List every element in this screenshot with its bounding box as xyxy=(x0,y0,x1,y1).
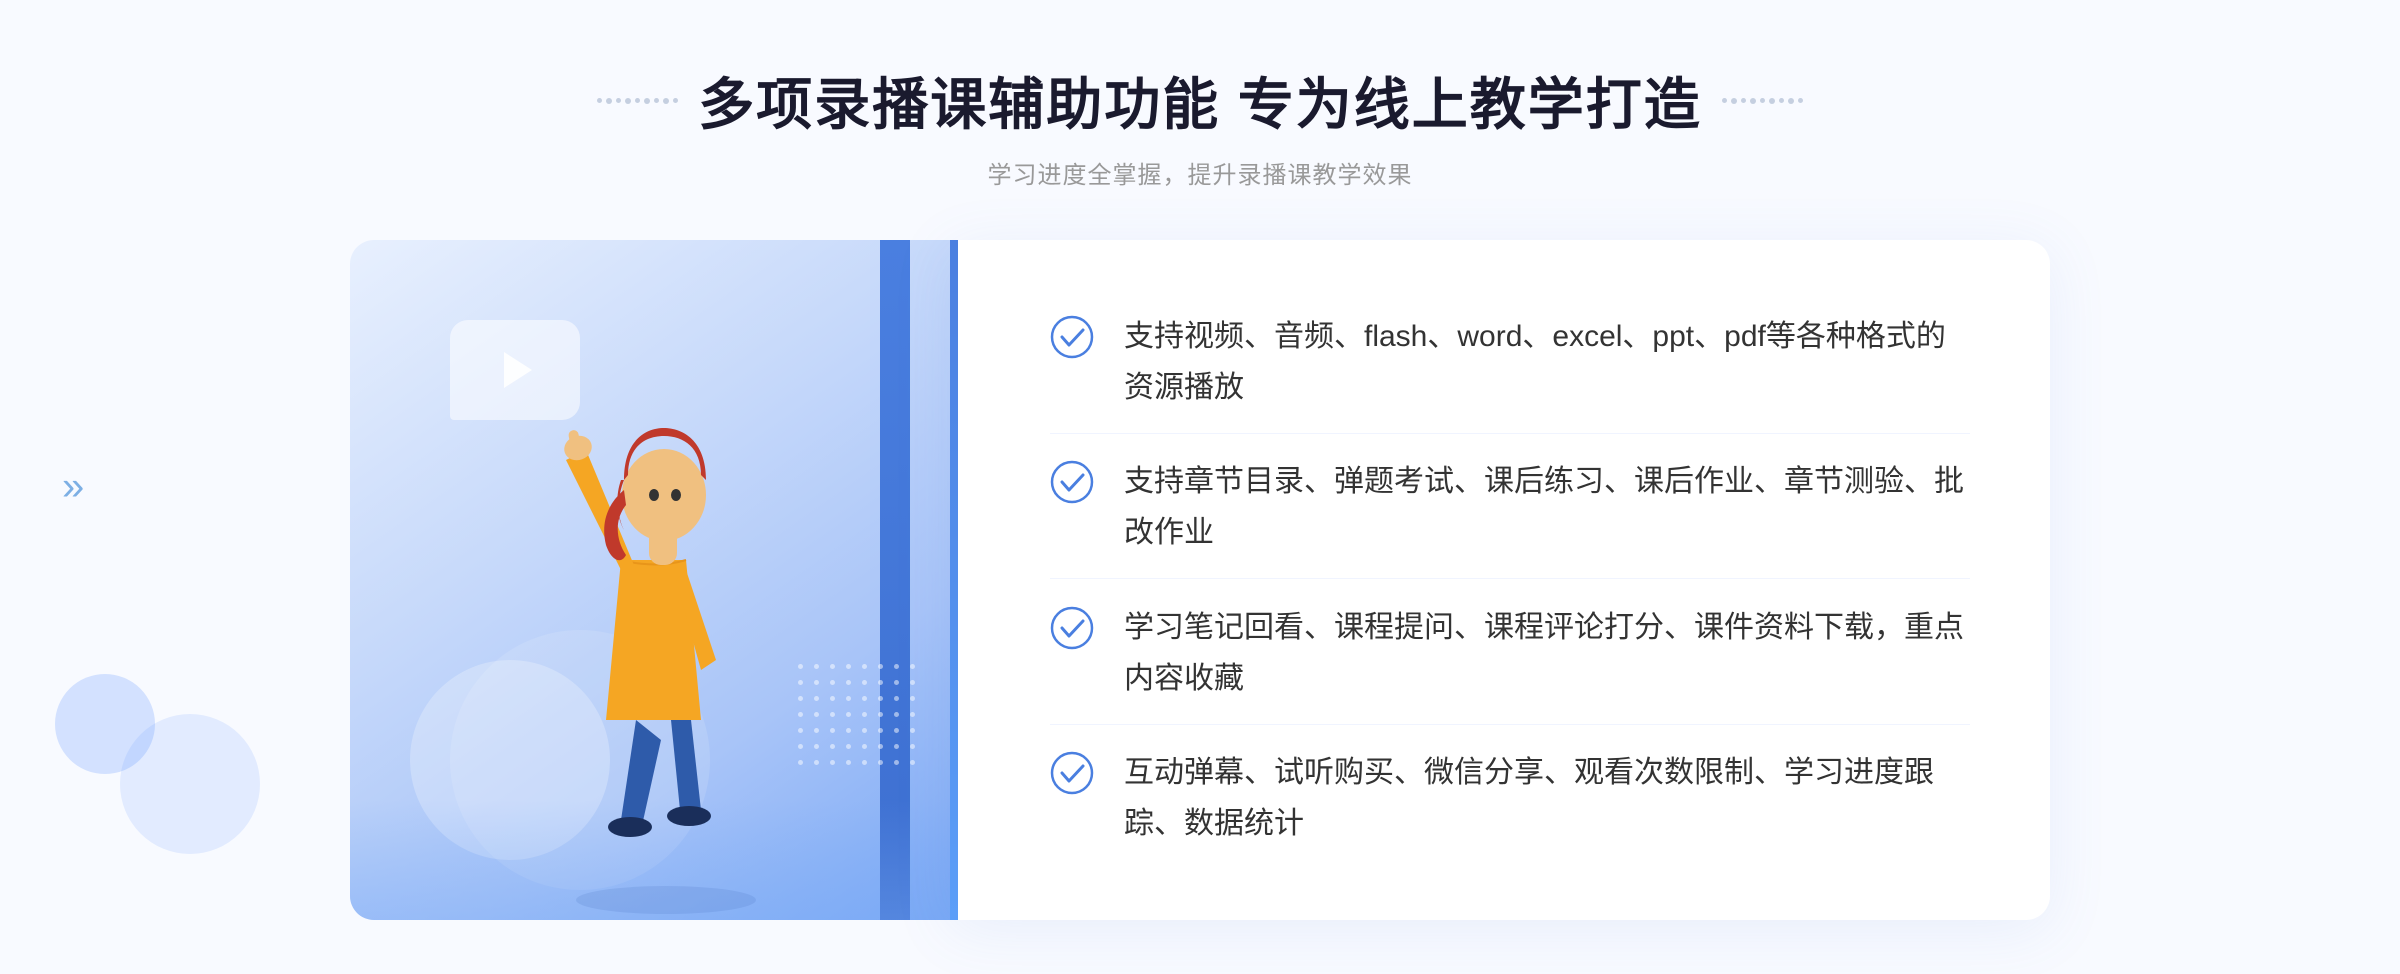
deco-dots-right xyxy=(1722,98,1803,104)
main-title: 多项录播课辅助功能 专为线上教学打造 xyxy=(698,60,1702,141)
check-icon-2 xyxy=(1050,460,1094,504)
subtitle: 学习进度全掌握，提升录播课教学效果 xyxy=(597,155,1803,190)
feature-item-4: 互动弹幕、试听购买、微信分享、观看次数限制、学习进度跟踪、数据统计 xyxy=(1050,727,1970,869)
deco-circle-2 xyxy=(120,714,260,854)
page-container: » 多项录播课辅助功能 专为线上教学打造 学习进度全掌握，提升录播课教学效果 xyxy=(0,0,2400,974)
feature-text-3: 学习笔记回看、课程提问、课程评论打分、课件资料下载，重点内容收藏 xyxy=(1124,602,1970,704)
features-card: 支持视频、音频、flash、word、excel、ppt、pdf等各种格式的资源… xyxy=(950,240,2050,920)
chevron-left-icon: » xyxy=(62,465,84,510)
feature-item-1: 支持视频、音频、flash、word、excel、ppt、pdf等各种格式的资源… xyxy=(1050,291,1970,434)
check-icon-4 xyxy=(1050,751,1094,795)
feature-text-2: 支持章节目录、弹题考试、课后练习、课后作业、章节测验、批改作业 xyxy=(1124,456,1970,558)
feature-item-2: 支持章节目录、弹题考试、课后练习、课后作业、章节测验、批改作业 xyxy=(1050,436,1970,579)
header-section: 多项录播课辅助功能 专为线上教学打造 学习进度全掌握，提升录播课教学效果 xyxy=(597,60,1803,190)
feature-text-4: 互动弹幕、试听购买、微信分享、观看次数限制、学习进度跟踪、数据统计 xyxy=(1124,747,1970,849)
illustration-card xyxy=(350,240,950,920)
deco-dots-left xyxy=(597,98,678,104)
check-icon-1 xyxy=(1050,315,1094,359)
header-decoration: 多项录播课辅助功能 专为线上教学打造 xyxy=(597,60,1803,141)
check-icon-3 xyxy=(1050,606,1094,650)
feature-item-3: 学习笔记回看、课程提问、课程评论打分、课件资料下载，重点内容收藏 xyxy=(1050,582,1970,725)
feature-text-1: 支持视频、音频、flash、word、excel、ppt、pdf等各种格式的资源… xyxy=(1124,311,1970,413)
human-figure-illustration xyxy=(506,340,826,920)
content-area: 支持视频、音频、flash、word、excel、ppt、pdf等各种格式的资源… xyxy=(350,240,2050,920)
left-stripe xyxy=(950,240,958,920)
